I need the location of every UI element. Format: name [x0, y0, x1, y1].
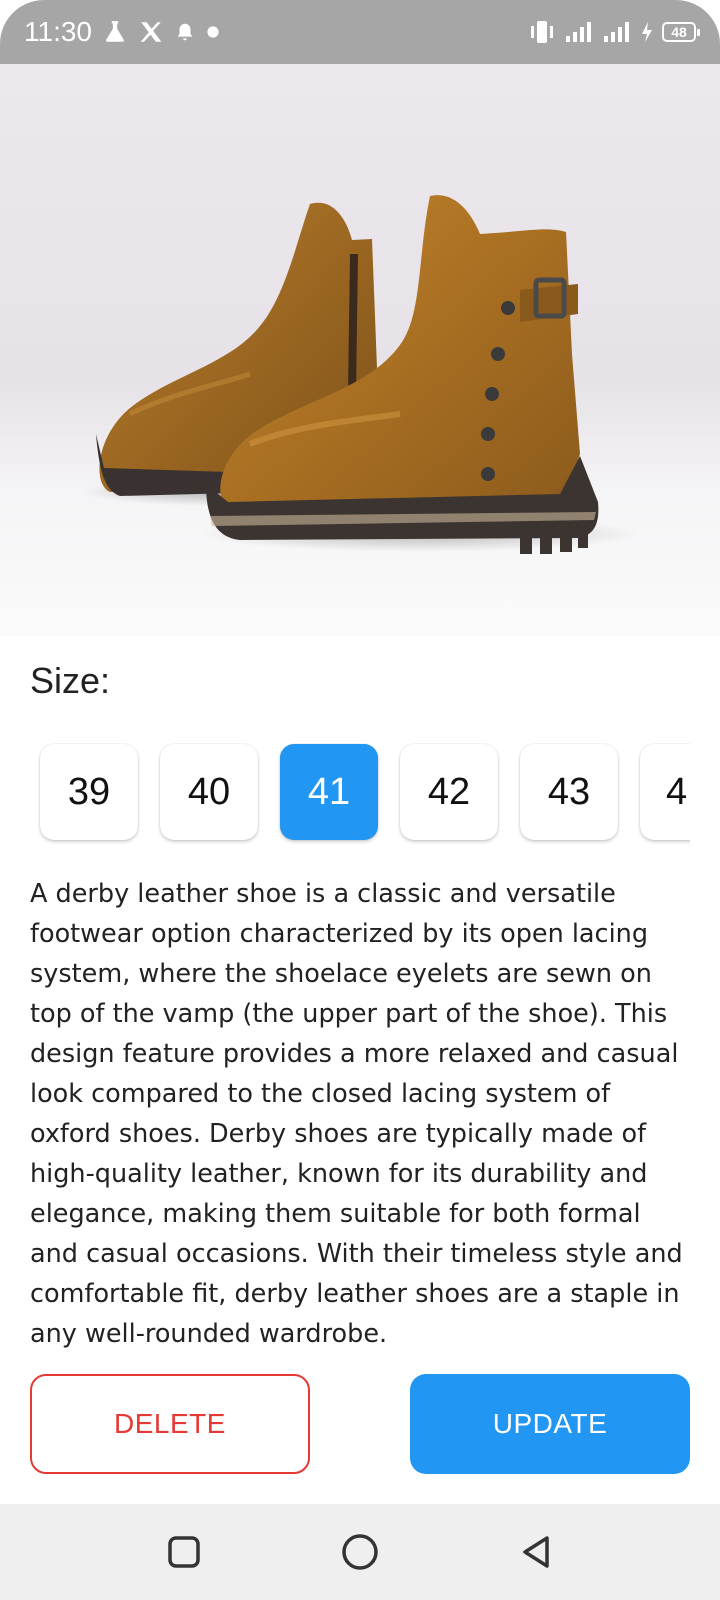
- size-option-39[interactable]: 39: [40, 744, 138, 840]
- recent-apps-icon[interactable]: [158, 1526, 210, 1578]
- status-right: 48: [528, 19, 700, 45]
- brown-leather-ankle-boots-image: [80, 195, 640, 554]
- status-bar: 11:30 48: [0, 0, 720, 64]
- back-icon[interactable]: [510, 1526, 562, 1578]
- status-left: 11:30: [24, 16, 220, 48]
- charging-icon: [640, 20, 654, 44]
- notification-bell-icon: [174, 20, 196, 44]
- signal-icon: [564, 20, 594, 44]
- size-option-partial[interactable]: 4: [640, 744, 690, 840]
- delete-button[interactable]: DELETE: [30, 1374, 310, 1474]
- dot-icon: [206, 25, 220, 39]
- product-description: A derby leather shoe is a classic and ve…: [30, 879, 683, 1349]
- size-option-40[interactable]: 40: [160, 744, 258, 840]
- vibrate-icon: [528, 19, 556, 45]
- signal-icon: [602, 20, 632, 44]
- system-nav-bar: [0, 1504, 720, 1600]
- status-time: 11:30: [24, 16, 92, 47]
- x-logo-icon: [138, 19, 164, 45]
- home-icon[interactable]: [334, 1526, 386, 1578]
- size-option-43[interactable]: 43: [520, 744, 618, 840]
- size-option-42[interactable]: 42: [400, 744, 498, 840]
- size-option-41-selected[interactable]: 41: [280, 744, 378, 840]
- battery-icon: 48: [662, 22, 700, 42]
- flask-icon: [102, 19, 128, 45]
- update-button[interactable]: UPDATE: [410, 1374, 690, 1474]
- size-title: Size:: [30, 660, 111, 701]
- product-image: [0, 64, 720, 636]
- size-selector[interactable]: 39 40 41 42 43 4: [0, 740, 690, 850]
